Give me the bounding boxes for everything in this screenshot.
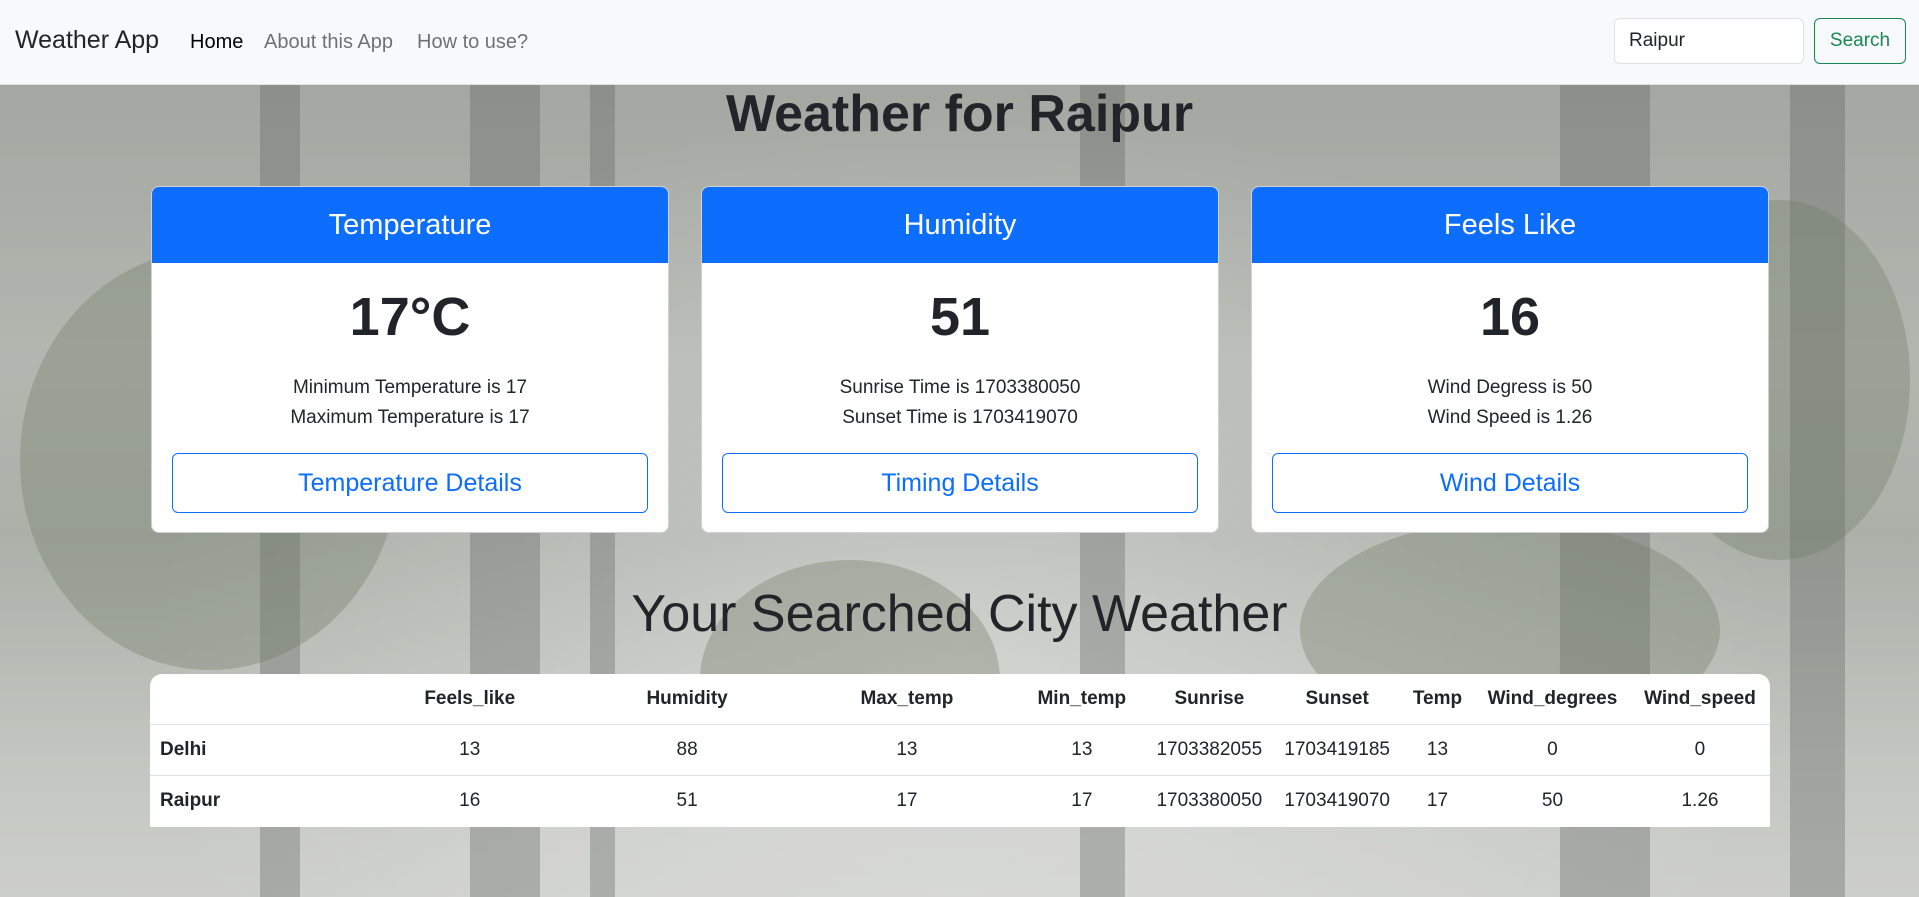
card-header: Humidity xyxy=(702,187,1218,263)
card-value: 16 xyxy=(1479,287,1541,347)
column-header: Sunrise xyxy=(1144,674,1275,725)
nav-home[interactable]: Home xyxy=(190,31,243,54)
nav-how-to-use[interactable]: How to use? xyxy=(417,31,528,54)
humidity-card: Humidity 51 Sunrise Time is 1703380050 S… xyxy=(701,186,1219,533)
card-line: Sunset Time is 1703419070 xyxy=(842,407,1078,428)
column-header: Feels_like xyxy=(359,674,580,725)
page-title: Weather for Raipur xyxy=(725,85,1194,143)
table-cell: Raipur xyxy=(160,790,221,811)
card-value: 17°C xyxy=(349,287,471,347)
column-header: Wind_speed xyxy=(1629,674,1770,725)
table-cell: 13 xyxy=(794,724,1020,776)
timing-details-button[interactable]: Timing Details xyxy=(722,453,1198,513)
table-cell: Delhi xyxy=(150,724,360,776)
table-header-row: Feels_like Humidity Max_temp Min_temp Su… xyxy=(150,674,1770,725)
table-cell: 17 xyxy=(896,790,918,811)
column-header: Temp xyxy=(1399,674,1475,725)
card-line: Minimum Temperature is 17 xyxy=(292,377,528,398)
nav-about[interactable]: About this App xyxy=(264,31,393,54)
card-header: Temperature xyxy=(152,187,668,263)
column-header: Wind_degrees xyxy=(1474,674,1630,725)
table-cell: 13 xyxy=(359,724,580,776)
card-header: Feels Like xyxy=(1252,187,1768,263)
table-cell: 13 xyxy=(1399,724,1475,776)
wind-details-button[interactable]: Wind Details xyxy=(1272,453,1748,513)
temperature-card: Temperature 17°C Minimum Temperature is … xyxy=(151,186,669,533)
table-cell: 1.26 xyxy=(1681,790,1719,811)
column-header: Min_temp xyxy=(1019,674,1145,725)
table-row: Delhi 13 88 13 13 1703382055 1703419185 … xyxy=(150,724,1770,776)
card-line: Wind Speed is 1.26 xyxy=(1427,407,1593,428)
card-value: 51 xyxy=(929,287,991,347)
table-row: Raipur 16 51 17 17 1703380050 1703419070… xyxy=(150,776,1770,827)
brand-logo[interactable]: Weather App xyxy=(15,26,159,55)
search-input[interactable] xyxy=(1614,18,1804,64)
table-cell: 0 xyxy=(1629,724,1770,776)
column-header xyxy=(150,674,360,725)
table-cell: 16 xyxy=(459,790,481,811)
table-cell: 17 xyxy=(1426,790,1449,811)
city-weather-table: Feels_like Humidity Max_temp Min_temp Su… xyxy=(150,674,1770,827)
column-header: Sunset xyxy=(1274,674,1400,725)
table-cell: 88 xyxy=(579,724,795,776)
column-header: Humidity xyxy=(579,674,795,725)
table-cell: 51 xyxy=(676,790,698,811)
temperature-details-button[interactable]: Temperature Details xyxy=(172,453,648,513)
table-cell: 1703382055 xyxy=(1144,724,1275,776)
feels-like-card: Feels Like 16 Wind Degress is 50 Wind Sp… xyxy=(1251,186,1769,533)
navbar: Weather App Home About this App How to u… xyxy=(0,0,1919,85)
search-button[interactable]: Search xyxy=(1814,18,1906,64)
table-cell: 0 xyxy=(1474,724,1630,776)
card-line: Sunrise Time is 1703380050 xyxy=(839,377,1081,398)
column-header: Max_temp xyxy=(794,674,1020,725)
card-line: Maximum Temperature is 17 xyxy=(290,407,530,428)
table-cell: 1703419185 xyxy=(1274,724,1400,776)
table-cell: 1703380050 xyxy=(1156,790,1263,811)
table-cell: 1703419070 xyxy=(1284,790,1390,811)
section-title: Your Searched City Weather xyxy=(631,585,1288,643)
table-cell: 50 xyxy=(1541,790,1564,811)
card-line: Wind Degress is 50 xyxy=(1427,377,1593,398)
table-cell: 13 xyxy=(1019,724,1145,776)
table-cell: 17 xyxy=(1071,790,1093,811)
